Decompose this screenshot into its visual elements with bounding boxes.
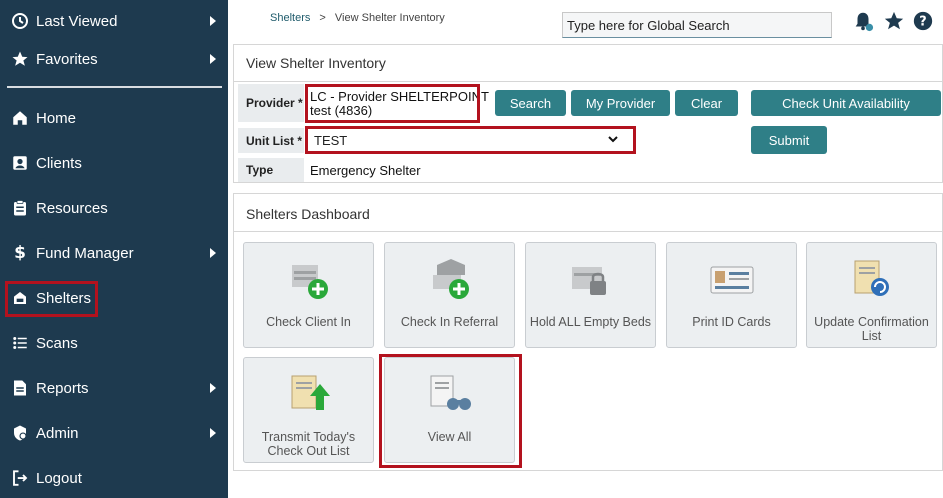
- sidebar-label-logout: Logout: [36, 469, 82, 487]
- sidebar-label-home: Home: [36, 109, 77, 127]
- provider-highlight-box: [305, 84, 480, 123]
- sidebar-item-resources[interactable]: Resources: [0, 188, 228, 228]
- tile-check-client-in[interactable]: Check Client In: [243, 242, 374, 348]
- tile-label-line2: Check Out List: [267, 444, 350, 458]
- logout-icon: [10, 468, 30, 488]
- my-provider-button[interactable]: My Provider: [571, 90, 670, 116]
- sidebar-item-favorites[interactable]: Favorites: [0, 39, 228, 79]
- sidebar-item-home[interactable]: Home: [0, 98, 228, 138]
- hold-beds-lock-icon: [568, 257, 614, 301]
- tile-update-confirmation-list[interactable]: Update Confirmation List: [806, 242, 937, 348]
- inventory-panel: View Shelter Inventory Provider * LC - P…: [233, 44, 943, 183]
- tile-label-line1: Update Confirmation: [814, 315, 929, 329]
- clear-button[interactable]: Clear: [675, 90, 738, 116]
- tile-label: Update Confirmation List: [807, 315, 936, 343]
- type-value: Emergency Shelter: [310, 163, 421, 178]
- sidebar-label-fund-manager: Fund Manager: [36, 244, 134, 262]
- clipboard-icon: [10, 198, 30, 218]
- home-icon: [10, 108, 30, 128]
- sidebar-label-clients: Clients: [36, 154, 82, 172]
- sidebar: Last Viewed Favorites Home Clients Resou…: [0, 0, 228, 498]
- provider-label: Provider *: [238, 84, 304, 122]
- sidebar-item-last-viewed[interactable]: Last Viewed: [0, 1, 228, 41]
- star-icon: [10, 49, 30, 69]
- tile-label-line1: Transmit Today's: [261, 430, 356, 444]
- inventory-panel-title: View Shelter Inventory: [246, 55, 386, 71]
- breadcrumb-current: View Shelter Inventory: [334, 12, 445, 24]
- id-card-icon: [709, 257, 755, 301]
- breadcrumb: Shelters > View Shelter Inventory: [270, 12, 445, 24]
- chevron-right-icon: [210, 428, 216, 438]
- dashboard-panel-title: Shelters Dashboard: [246, 206, 370, 222]
- admin-gear-icon: [10, 423, 30, 443]
- tile-label-line1: Print ID Cards: [692, 315, 771, 329]
- tile-label: Check Client In: [244, 315, 373, 329]
- history-icon: [10, 11, 30, 31]
- sidebar-label-scans: Scans: [36, 334, 78, 352]
- chevron-right-icon: [210, 16, 216, 26]
- breadcrumb-link-shelters[interactable]: Shelters: [270, 12, 310, 24]
- tile-label-line1: Check In Referral: [400, 315, 499, 329]
- type-label: Type: [238, 158, 304, 182]
- sidebar-label-favorites: Favorites: [36, 50, 98, 68]
- tile-label-line2: List: [861, 329, 882, 343]
- dollar-icon: $: [14, 243, 26, 263]
- submit-button[interactable]: Submit: [751, 126, 827, 154]
- chevron-right-icon: [210, 248, 216, 258]
- check-client-in-icon: [286, 257, 332, 301]
- tile-label-line1: Check Client In: [266, 315, 351, 329]
- panel-divider: [234, 231, 942, 232]
- sidebar-label-resources: Resources: [36, 199, 108, 217]
- tile-check-in-referral[interactable]: Check In Referral: [384, 242, 515, 348]
- sidebar-label-admin: Admin: [36, 424, 79, 442]
- sidebar-item-reports[interactable]: Reports: [0, 368, 228, 408]
- view-all-highlight-box: [379, 354, 522, 468]
- favorite-star-icon[interactable]: [883, 10, 905, 32]
- dashboard-panel: Shelters Dashboard Check Client In Check…: [233, 193, 943, 471]
- svg-text:?: ?: [919, 15, 926, 30]
- global-search-input[interactable]: [562, 12, 832, 38]
- tile-label: Transmit Today's Check Out List: [244, 430, 373, 458]
- check-unit-availability-button[interactable]: Check Unit Availability: [751, 90, 941, 116]
- sidebar-item-logout[interactable]: Logout: [0, 458, 228, 498]
- unit-list-label: Unit List *: [238, 128, 304, 153]
- tile-print-id-cards[interactable]: Print ID Cards: [666, 242, 797, 348]
- unit-list-highlight-box: [305, 126, 636, 154]
- scans-list-icon: [10, 333, 30, 353]
- tile-label: Check In Referral: [385, 315, 514, 329]
- notifications-bell-icon[interactable]: [852, 10, 874, 32]
- sidebar-item-scans[interactable]: Scans: [0, 323, 228, 363]
- shelters-highlight-box: [5, 281, 98, 317]
- report-icon: [10, 378, 30, 398]
- tile-label: Hold ALL Empty Beds: [526, 315, 655, 329]
- help-icon[interactable]: ?: [912, 10, 934, 32]
- tile-label-line1: Hold ALL Empty Beds: [529, 315, 652, 329]
- chevron-right-icon: [210, 54, 216, 64]
- transmit-upload-icon: [286, 372, 332, 416]
- tile-label: Print ID Cards: [667, 315, 796, 329]
- sidebar-divider: [7, 86, 222, 88]
- breadcrumb-separator: >: [319, 12, 326, 24]
- update-list-refresh-icon: [849, 257, 895, 301]
- sidebar-item-fund-manager[interactable]: $ Fund Manager: [0, 233, 228, 273]
- client-card-icon: [10, 153, 30, 173]
- tile-transmit-check-out-list[interactable]: Transmit Today's Check Out List: [243, 357, 374, 463]
- chevron-right-icon: [210, 383, 216, 393]
- sidebar-label-reports: Reports: [36, 379, 89, 397]
- sidebar-label-last-viewed: Last Viewed: [36, 12, 118, 30]
- panel-divider: [234, 81, 942, 82]
- search-button[interactable]: Search: [495, 90, 566, 116]
- sidebar-item-clients[interactable]: Clients: [0, 143, 228, 183]
- sidebar-item-admin[interactable]: Admin: [0, 413, 228, 453]
- check-in-referral-icon: [427, 257, 473, 301]
- tile-hold-all-empty-beds[interactable]: Hold ALL Empty Beds: [525, 242, 656, 348]
